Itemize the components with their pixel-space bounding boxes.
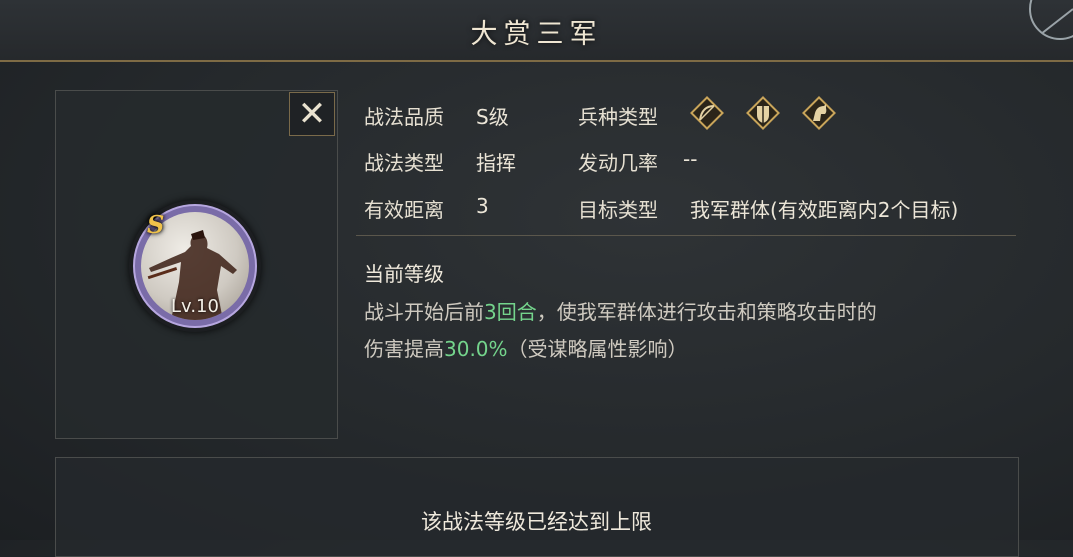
desc-text: 战斗开始后前 [364, 300, 484, 324]
desc-highlight-rounds: 3回合 [484, 300, 537, 324]
current-level-title: 当前等级 [364, 262, 444, 286]
skill-portrait: S Lv.10 [129, 200, 261, 332]
quality-value: S级 [476, 105, 509, 129]
skill-description-line-2: 伤害提高30.0%（受谋略属性影响） [364, 333, 1044, 362]
troop-type-key: 兵种类型 [578, 105, 658, 129]
skill-description-line-1: 战斗开始后前3回合，使我军群体进行攻击和策略攻击时的 [364, 296, 1044, 325]
type-value: 指挥 [476, 151, 516, 175]
page-title: 大赏三军 [470, 19, 603, 50]
shield-infantry-icon [744, 94, 782, 132]
desc-text: （受谋略属性影响） [507, 337, 688, 361]
close-icon: ✕ [297, 94, 327, 134]
trigger-rate-value: -- [683, 147, 698, 171]
horse-cavalry-icon [800, 94, 838, 132]
close-button[interactable]: ✕ [289, 92, 335, 136]
grade-badge: S [147, 210, 165, 239]
desc-text: ，使我军群体进行攻击和策略攻击时的 [536, 300, 877, 324]
target-type-value: 我军群体(有效距离内2个目标) [690, 198, 959, 222]
target-type-key: 目标类型 [578, 198, 658, 222]
desc-highlight-percent: 30.0% [444, 337, 508, 361]
quality-key: 战法品质 [364, 105, 444, 129]
desc-text: 伤害提高 [364, 337, 444, 361]
trigger-rate-key: 发动几率 [578, 151, 658, 175]
section-divider [356, 235, 1016, 236]
bow-archer-icon [688, 94, 726, 132]
range-value: 3 [476, 194, 489, 218]
type-key: 战法类型 [364, 151, 444, 175]
skill-level-label: Lv.10 [171, 296, 219, 317]
range-key: 有效距离 [364, 198, 444, 222]
max-level-notice: 该战法等级已经达到上限 [421, 510, 652, 534]
